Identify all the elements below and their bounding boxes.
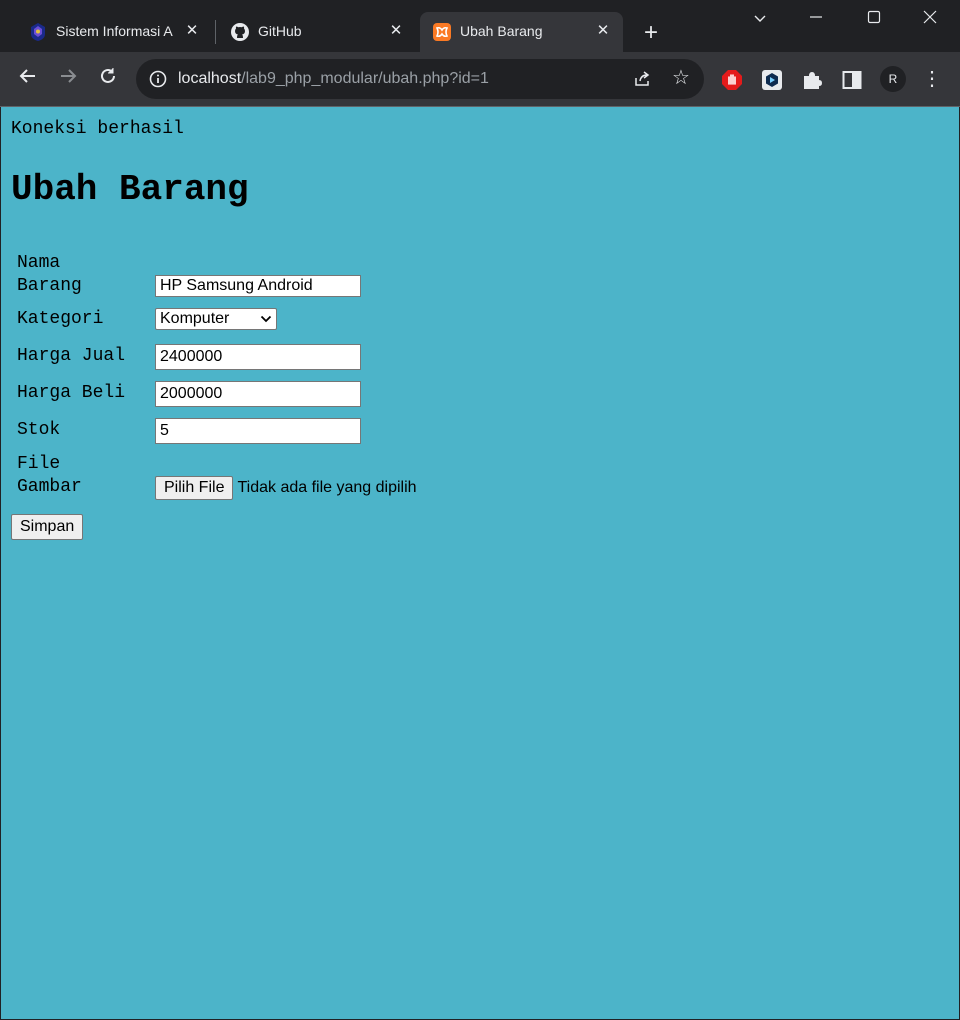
tab-separator	[215, 20, 216, 44]
tab-strip: Sistem Informasi A ✕ GitHub ✕ Ubah Baran…	[0, 0, 960, 52]
tab-title: GitHub	[258, 23, 302, 39]
form-row-harga-jual: Harga Jual 2400000	[11, 339, 421, 374]
label-harga-jual: Harga Jual	[17, 346, 126, 366]
label-stok: Stok	[17, 420, 61, 440]
share-icon[interactable]	[632, 69, 652, 89]
tab-search-icon[interactable]	[744, 6, 776, 34]
close-tab-icon[interactable]: ✕	[386, 21, 406, 41]
form-row-nama-barang: Nama Barang HP Samsung Android	[11, 249, 421, 299]
label-file-gambar: File Gambar	[11, 450, 147, 500]
page-title: Ubah Barang	[11, 169, 249, 210]
harga-jual-input[interactable]: 2400000	[155, 343, 361, 370]
form-row-kategori: Kategori Komputer	[11, 301, 421, 337]
url-host: localhost	[178, 70, 242, 87]
github-icon	[230, 22, 250, 42]
back-arrow-icon[interactable]	[14, 66, 42, 94]
label-line: Gambar	[17, 477, 82, 497]
stok-input[interactable]: 5	[155, 417, 361, 444]
simpan-button[interactable]: Simpan	[11, 514, 84, 540]
file-status-text: Tidak ada file yang dipilih	[237, 479, 417, 496]
field-cell: 2000000	[149, 376, 421, 411]
kebab-menu-icon[interactable]: ⋮	[922, 66, 942, 92]
url-path: /lab9_php_modular/ubah.php?id=1	[241, 70, 489, 87]
field-cell: HP Samsung Android	[149, 249, 421, 299]
kategori-select[interactable]: Komputer	[155, 308, 277, 330]
form-row-file-gambar: File Gambar Pilih File Tidak ada file yang…	[11, 450, 421, 500]
field-cell: 2400000	[149, 339, 421, 374]
field-cell: Pilih File Tidak ada file yang dipilih	[149, 450, 421, 500]
university-logo-icon	[28, 22, 48, 42]
xampp-icon	[432, 22, 452, 42]
harga-beli-input[interactable]: 2000000	[155, 380, 361, 407]
close-tab-icon[interactable]: ✕	[593, 21, 613, 41]
url-text: localhost/lab9_php_modular/ubah.php?id=1	[178, 70, 489, 88]
label-line: Barang	[17, 276, 82, 296]
close-tab-icon[interactable]: ✕	[182, 21, 202, 41]
browser-toolbar: localhost/lab9_php_modular/ubah.php?id=1…	[0, 52, 960, 107]
field-cell: 5	[149, 413, 421, 448]
new-tab-button[interactable]: +	[638, 20, 664, 46]
forward-arrow-icon[interactable]	[54, 66, 82, 94]
form-row-stok: Stok 5	[11, 413, 421, 448]
address-bar[interactable]: localhost/lab9_php_modular/ubah.php?id=1…	[136, 59, 704, 99]
adblock-extension-icon[interactable]	[720, 68, 744, 92]
label-harga-beli: Harga Beli	[17, 383, 126, 403]
kategori-selected-value: Komputer	[160, 310, 230, 327]
label-line: File	[17, 454, 61, 474]
bookmark-star-icon[interactable]: ☆	[670, 67, 692, 89]
extensions-puzzle-icon[interactable]	[800, 68, 824, 92]
nama-barang-input[interactable]: HP Samsung Android	[155, 275, 361, 297]
tab-sistem-informasi[interactable]: Sistem Informasi A ✕	[16, 12, 212, 52]
tab-github[interactable]: GitHub ✕	[218, 12, 416, 52]
maximize-icon[interactable]	[858, 6, 890, 34]
tab-title: Sistem Informasi A	[56, 23, 173, 39]
label-line: Nama	[17, 253, 61, 273]
edit-form: Nama Barang HP Samsung Android Kategori K…	[9, 247, 423, 502]
reload-icon[interactable]	[94, 66, 122, 94]
profile-avatar[interactable]: R	[880, 66, 906, 92]
choose-file-button[interactable]: Pilih File	[155, 476, 234, 500]
site-info-icon[interactable]	[148, 69, 168, 89]
chevron-down-icon	[260, 312, 272, 324]
side-panel-icon[interactable]	[840, 68, 864, 92]
page-content: Koneksi berhasil Ubah Barang Nama Barang …	[1, 107, 959, 1019]
label-nama-barang: Nama Barang	[11, 249, 147, 299]
label-kategori: Kategori	[17, 308, 104, 329]
tab-title: Ubah Barang	[460, 23, 543, 39]
minimize-icon[interactable]	[800, 6, 832, 34]
form-row-harga-beli: Harga Beli 2000000	[11, 376, 421, 411]
dashlane-extension-icon[interactable]	[760, 68, 784, 92]
connection-status: Koneksi berhasil	[11, 119, 184, 139]
field-cell: Komputer	[149, 301, 421, 337]
close-window-icon[interactable]	[914, 6, 946, 34]
tab-ubah-barang[interactable]: Ubah Barang ✕	[420, 12, 623, 52]
